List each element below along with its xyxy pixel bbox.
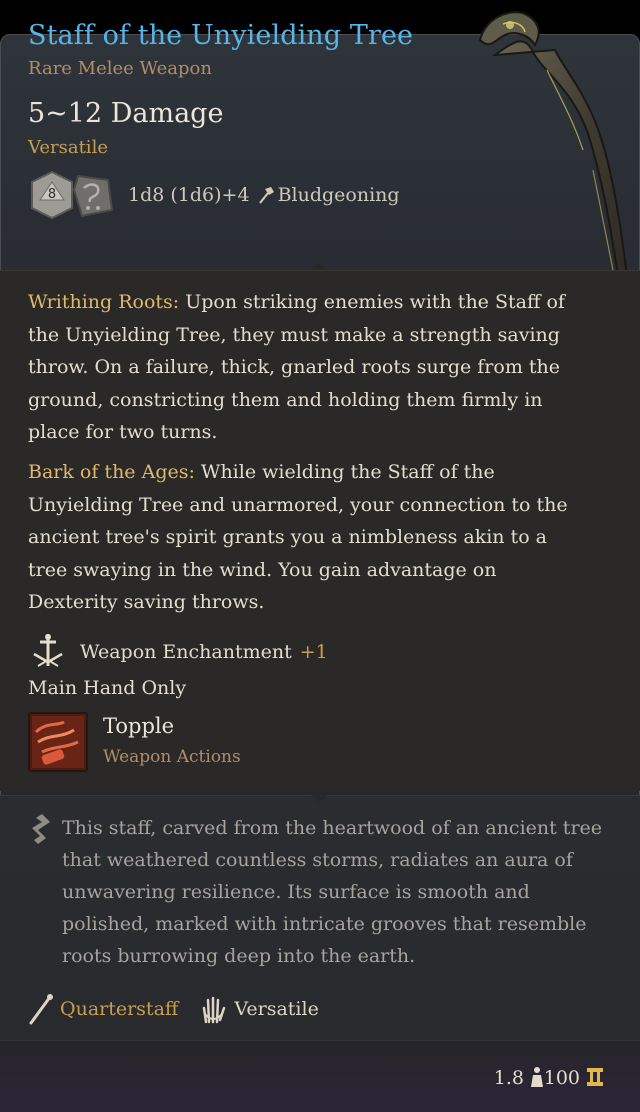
enchantment-bonus: +1 — [299, 641, 328, 663]
svg-text:8: 8 — [48, 187, 56, 202]
main-hand-restriction: Main Hand Only — [28, 677, 187, 699]
feather-icon — [32, 814, 50, 844]
item-tags: Quarterstaff Versatile — [28, 993, 319, 1025]
weapon-type-tag[interactable]: Quarterstaff — [60, 998, 178, 1020]
dice-text: 1d8 (1d6)+4 — [128, 184, 250, 206]
hand-icon — [203, 996, 226, 1024]
action-name: Topple — [103, 714, 175, 738]
enchantment-label: Weapon Enchantment — [80, 641, 292, 663]
d8-d6-dice-icon: 8 — [31, 170, 114, 220]
passive-name: Writhing Roots: — [28, 291, 180, 313]
sword-enchant-icon — [33, 634, 63, 667]
lore-text: This staff, carved from the heartwood of… — [62, 817, 603, 967]
staff-icon — [29, 994, 53, 1025]
enchantment-row: Weapon Enchantment +1 — [28, 632, 328, 672]
item-name: Staff of the Unyielding Tree — [28, 20, 414, 51]
passive-name: Bark of the Ages: — [28, 461, 195, 483]
passive-text: While wielding the Staff of the Unyieldi… — [28, 461, 568, 613]
action-category: Weapon Actions — [103, 747, 241, 767]
gold-value: 100 — [543, 1067, 580, 1089]
hammer-icon — [258, 187, 274, 204]
passive-writhing-roots: Writhing Roots: Upon striking enemies wi… — [28, 286, 588, 449]
item-property: Versatile — [28, 137, 108, 158]
passive-text: Upon striking enemies with the Staff of … — [28, 291, 565, 443]
weight-value: 1.8 — [493, 1067, 524, 1089]
passive-bark-of-the-ages: Bark of the Ages: While wielding the Sta… — [28, 456, 588, 619]
weight-icon — [531, 1067, 543, 1087]
handedness-tag[interactable]: Versatile — [234, 998, 318, 1020]
item-damage: 5~12 Damage — [28, 98, 224, 129]
tooltip-header: Staff of the Unyielding Tree Rare Melee … — [0, 0, 640, 238]
section-notch — [311, 795, 327, 803]
damage-dice-row: 8 1d8 (1d6)+4 Bludgeoning — [30, 170, 400, 220]
item-rarity: Rare Melee Weapon — [28, 58, 212, 79]
section-notch — [311, 262, 327, 270]
coin-icon — [587, 1068, 603, 1086]
topple-icon[interactable] — [28, 712, 88, 772]
damage-type: Bludgeoning — [277, 184, 400, 206]
